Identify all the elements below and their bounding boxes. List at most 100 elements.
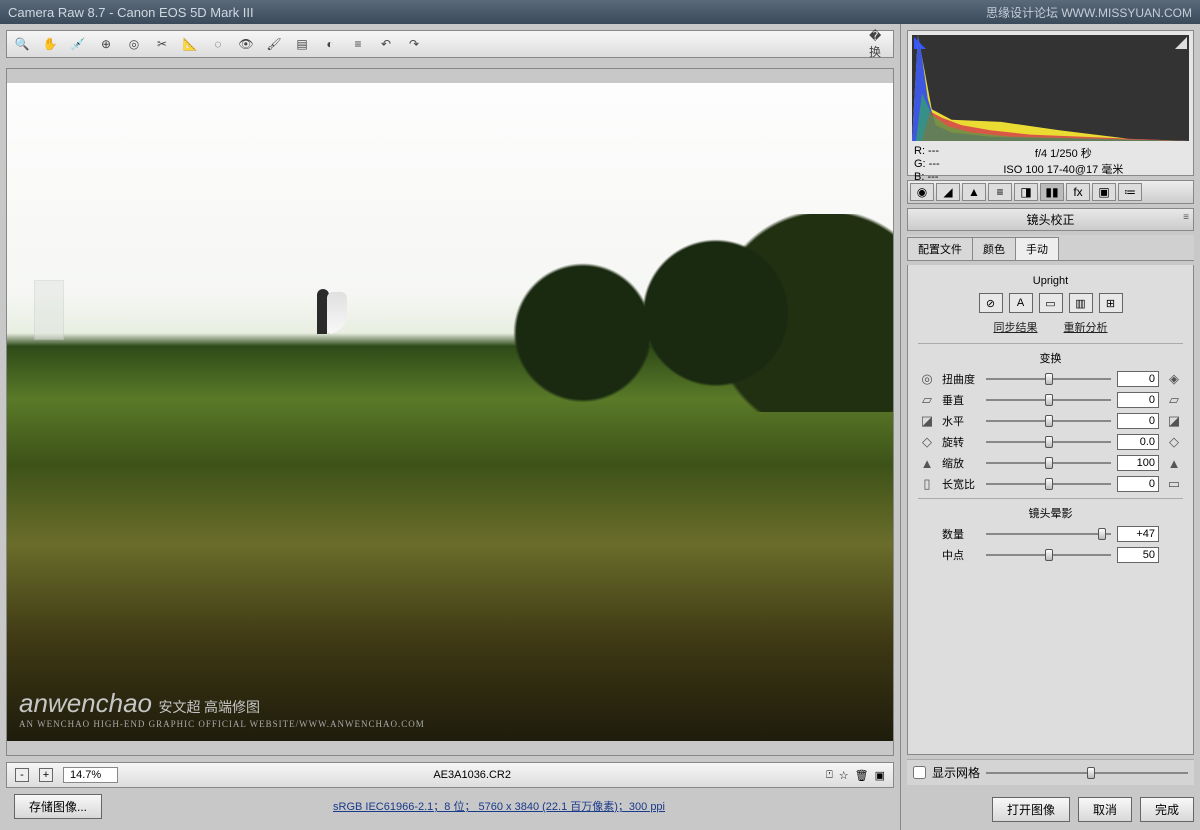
open-image-button[interactable]: 打开图像: [992, 797, 1070, 822]
zoom-out-button[interactable]: -: [15, 768, 29, 782]
show-grid-checkbox[interactable]: [913, 766, 926, 779]
trash-icon[interactable]: 🗑: [855, 769, 869, 782]
target-adjust-tool-icon[interactable]: ◎: [125, 35, 143, 53]
straighten-tool-icon[interactable]: 📐: [181, 35, 199, 53]
distortion-value-input[interactable]: [1117, 371, 1159, 387]
scale-label: 缩放: [942, 455, 980, 471]
zoom-level-dropdown[interactable]: 14.7%: [63, 767, 118, 783]
slider-row-scale: ▲ 缩放 ▲: [918, 455, 1183, 471]
hand-tool-icon[interactable]: ✋: [41, 35, 59, 53]
aspect-left-icon: ▯: [918, 476, 936, 492]
dialog-buttons: 打开图像 取消 完成: [907, 789, 1194, 830]
rotate-slider[interactable]: [986, 435, 1111, 449]
rotate-cw-icon[interactable]: ↷: [405, 35, 423, 53]
title-bar: Camera Raw 8.7 - Canon EOS 5D Mark III 思…: [0, 0, 1200, 24]
upright-level-button[interactable]: ▭: [1039, 293, 1063, 313]
horizontal-value-input[interactable]: [1117, 413, 1159, 429]
horizontal-slider[interactable]: [986, 414, 1111, 428]
main-toolbar: 🔍 ✋ 💉 ⊕ ◎ ✂ 📐 ◌ 👁 🖌 ▤ ◐ ≡ ↶ ↷ �换: [6, 30, 894, 58]
subtab-color[interactable]: 颜色: [972, 237, 1016, 260]
radial-filter-tool-icon[interactable]: ◐: [321, 35, 339, 53]
rotate-value-input[interactable]: [1117, 434, 1159, 450]
filmstrip-toggle-icon[interactable]: ▣: [875, 769, 885, 782]
workflow-options-link[interactable]: sRGB IEC61966-2.1；8 位； 5760 x 3840 (22.1…: [333, 801, 665, 813]
scale-slider[interactable]: [986, 456, 1111, 470]
scale-right-icon: ▲: [1165, 456, 1183, 471]
aspect-slider[interactable]: [986, 477, 1111, 491]
white-balance-tool-icon[interactable]: 💉: [69, 35, 87, 53]
slider-row-distortion: ◎扭曲度◈: [918, 371, 1183, 387]
cancel-button[interactable]: 取消: [1078, 797, 1132, 822]
amount-slider[interactable]: [986, 527, 1111, 541]
photo-trees: [450, 214, 893, 412]
left-pane: 🔍 ✋ 💉 ⊕ ◎ ✂ 📐 ◌ 👁 🖌 ▤ ◐ ≡ ↶ ↷ �换 a: [0, 24, 900, 830]
vertical-left-icon: ▱: [918, 392, 936, 408]
footer-bar: 存储图像... sRGB IEC61966-2.1；8 位； 5760 x 38…: [6, 788, 894, 824]
aspect-value-input[interactable]: [1117, 476, 1159, 492]
photo-building: [34, 280, 64, 340]
scale-value-input[interactable]: [1117, 455, 1159, 471]
color-sampler-tool-icon[interactable]: ⊕: [97, 35, 115, 53]
vertical-slider[interactable]: [986, 393, 1111, 407]
upright-off-button[interactable]: ⊘: [979, 293, 1003, 313]
done-button[interactable]: 完成: [1140, 797, 1194, 822]
save-image-button[interactable]: 存储图像...: [14, 794, 102, 819]
image-preview[interactable]: anwenchao 安文超 高端修图 AN WENCHAO HIGH-END G…: [6, 68, 894, 756]
lens-manual-panel: Upright ⊘ A ▭ ▥ ⊞ 同步结果 重新分析 变换 ◎扭曲度◈▱垂直▱…: [907, 265, 1194, 755]
vertical-label: 垂直: [942, 392, 980, 408]
horizontal-label: 水平: [942, 413, 980, 429]
rotate-label: 旋转: [942, 434, 980, 450]
panel-title: 镜头校正 ≡: [907, 208, 1194, 231]
scale-left-icon: ▲: [918, 456, 936, 471]
right-pane: R: --- G: --- B: --- f/4 1/250 秒 ISO 100…: [900, 24, 1200, 830]
reanalyze-link[interactable]: 重新分析: [1064, 319, 1108, 335]
upright-auto-button[interactable]: A: [1009, 293, 1033, 313]
rgb-readout: R: --- G: --- B: ---: [914, 145, 940, 184]
slider-row-amount: 数量: [918, 526, 1183, 542]
midpoint-slider[interactable]: [986, 548, 1111, 562]
vignette-section-title: 镜头晕影: [918, 505, 1183, 521]
panel-menu-icon[interactable]: ≡: [1183, 212, 1189, 223]
rotate-ccw-icon[interactable]: ↶: [377, 35, 395, 53]
zoom-in-button[interactable]: +: [39, 768, 53, 782]
fullscreen-toggle-icon[interactable]: �换: [869, 35, 887, 53]
app-frame: 🔍 ✋ 💉 ⊕ ◎ ✂ 📐 ◌ 👁 🖌 ▤ ◐ ≡ ↶ ↷ �换 a: [0, 24, 1200, 830]
photo-subjects: [317, 274, 347, 334]
vertical-value-input[interactable]: [1117, 392, 1159, 408]
distortion-slider[interactable]: [986, 372, 1111, 386]
show-grid-row: 显示网格: [907, 759, 1194, 785]
subtab-manual[interactable]: 手动: [1015, 237, 1059, 260]
filter-icon[interactable]: ⍞: [826, 769, 833, 782]
window-title: Camera Raw 8.7 - Canon EOS 5D Mark III: [8, 5, 254, 20]
upright-full-button[interactable]: ⊞: [1099, 293, 1123, 313]
histogram-panel: R: --- G: --- B: --- f/4 1/250 秒 ISO 100…: [907, 30, 1194, 176]
exif-readout: f/4 1/250 秒 ISO 100 17-40@17 毫米: [940, 145, 1187, 184]
upright-vertical-button[interactable]: ▥: [1069, 293, 1093, 313]
grid-size-slider[interactable]: [986, 772, 1188, 774]
crop-tool-icon[interactable]: ✂: [153, 35, 171, 53]
photo-watermark: anwenchao 安文超 高端修图 AN WENCHAO HIGH-END G…: [19, 688, 425, 729]
spot-removal-tool-icon[interactable]: ◌: [209, 35, 227, 53]
site-watermark: 思缘设计论坛 WWW.MISSYUAN.COM: [986, 4, 1192, 21]
photo-canvas: anwenchao 安文超 高端修图 AN WENCHAO HIGH-END G…: [7, 83, 893, 742]
histogram[interactable]: [912, 35, 1189, 141]
zoom-tool-icon[interactable]: 🔍: [13, 35, 31, 53]
preferences-tool-icon[interactable]: ≡: [349, 35, 367, 53]
midpoint-value-input[interactable]: [1117, 547, 1159, 563]
slider-row-aspect: ▯长宽比▭: [918, 476, 1183, 492]
rating-icon[interactable]: ☆: [839, 769, 849, 782]
horizontal-right-icon: ◪: [1165, 413, 1183, 429]
redeye-tool-icon[interactable]: 👁: [237, 35, 255, 53]
subtab-profile[interactable]: 配置文件: [907, 237, 973, 260]
amount-value-input[interactable]: [1117, 526, 1159, 542]
slider-row-horizontal: ◪水平◪: [918, 413, 1183, 429]
sync-results-link[interactable]: 同步结果: [994, 319, 1038, 335]
graduated-filter-tool-icon[interactable]: ▤: [293, 35, 311, 53]
show-grid-label: 显示网格: [932, 764, 980, 781]
adjustment-brush-tool-icon[interactable]: 🖌: [265, 35, 283, 53]
upright-buttons: ⊘ A ▭ ▥ ⊞: [918, 293, 1183, 313]
lens-subtabs: 配置文件 颜色 手动: [907, 235, 1194, 261]
aspect-right-icon: ▭: [1165, 476, 1183, 492]
upright-label: Upright: [918, 275, 1183, 287]
rotate-right-icon: ◇: [1165, 434, 1183, 450]
